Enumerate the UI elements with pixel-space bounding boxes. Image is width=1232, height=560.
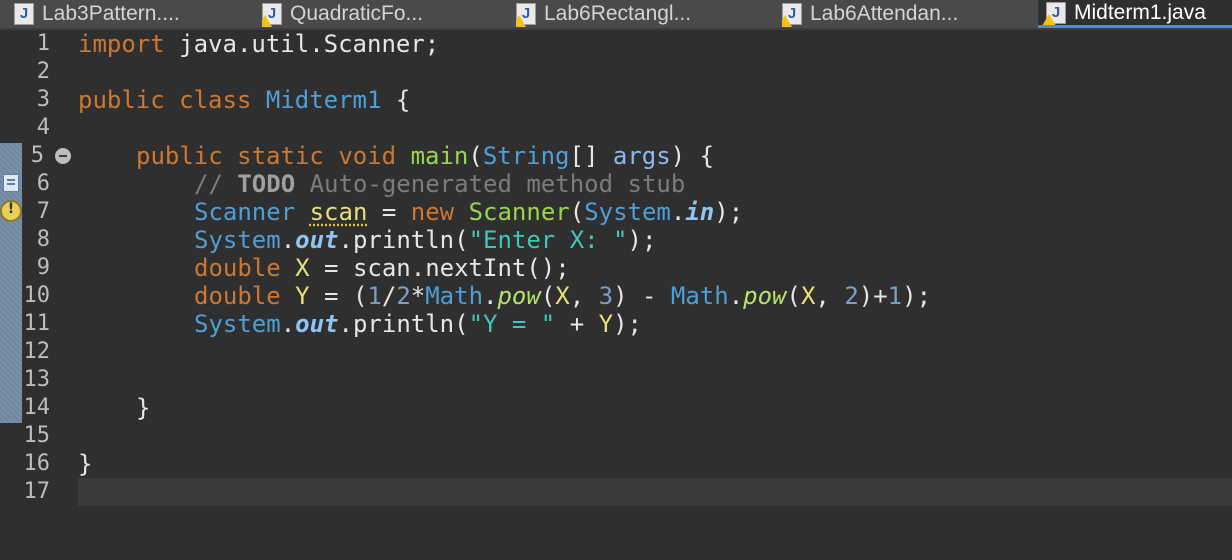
java-file-icon: J bbox=[782, 3, 802, 27]
line-number: 6 bbox=[36, 171, 50, 196]
line-number: 5 bbox=[30, 143, 44, 168]
line-number: 11 bbox=[23, 311, 51, 336]
tab-label: Midterm1.java bbox=[1074, 0, 1206, 24]
java-file-icon: J bbox=[14, 3, 34, 25]
current-line-highlight bbox=[78, 478, 1232, 506]
code-line[interactable]: public class Midterm1 { bbox=[78, 86, 410, 114]
tab-quadraticfo[interactable]: J QuadraticFo... bbox=[262, 0, 492, 28]
tab-label: Lab6Attendan... bbox=[810, 2, 959, 25]
warning-icon bbox=[262, 15, 272, 27]
editor-tab-bar: J Lab3Pattern.... J QuadraticFo... J Lab… bbox=[0, 0, 1232, 30]
line-number: 15 bbox=[23, 423, 51, 448]
code-line[interactable]: double X = scan.nextInt(); bbox=[194, 254, 570, 282]
tab-lab6rectangle[interactable]: J Lab6Rectangl... bbox=[516, 0, 766, 28]
line-number: 1 bbox=[36, 31, 50, 56]
code-line[interactable]: } bbox=[136, 394, 150, 422]
code-line[interactable]: public static void main(String[] args) { bbox=[136, 142, 714, 170]
line-number: 2 bbox=[36, 59, 50, 84]
line-number: 4 bbox=[36, 115, 50, 140]
code-line[interactable]: double Y = (1/2*Math.pow(X, 3) - Math.po… bbox=[194, 282, 931, 310]
code-line[interactable]: import java.util.Scanner; bbox=[78, 30, 439, 58]
line-number: 9 bbox=[36, 255, 50, 280]
line-number: 13 bbox=[23, 367, 51, 392]
line-number: 12 bbox=[23, 339, 51, 364]
tab-lab6attendance[interactable]: J Lab6Attendan... bbox=[782, 0, 1022, 28]
java-file-icon: J bbox=[516, 3, 536, 27]
java-file-icon: J bbox=[262, 3, 282, 27]
warning-icon bbox=[1042, 13, 1056, 25]
tab-label: Lab3Pattern.... bbox=[42, 2, 180, 25]
line-number: 8 bbox=[36, 227, 50, 252]
line-number: 7 bbox=[36, 199, 50, 224]
tab-midterm1[interactable]: J Midterm1.java bbox=[1038, 0, 1232, 28]
code-line[interactable]: System.out.println("Enter X: "); bbox=[194, 226, 656, 254]
java-file-icon: J bbox=[1042, 1, 1066, 25]
code-line[interactable]: } bbox=[78, 450, 92, 478]
warning-icon bbox=[516, 15, 526, 27]
code-editor[interactable]: 1 2 3 4 5 6 7 8 9 10 11 12 13 14 15 16 1… bbox=[0, 30, 1232, 560]
code-line[interactable]: // TODO Auto-generated method stub bbox=[194, 170, 685, 198]
tab-label: QuadraticFo... bbox=[290, 2, 424, 25]
tab-lab3pattern[interactable]: J Lab3Pattern.... bbox=[0, 0, 254, 28]
collapse-icon[interactable] bbox=[55, 148, 71, 164]
code-line[interactable]: Scanner scan = new Scanner(System.in); bbox=[194, 198, 743, 226]
line-number: 14 bbox=[23, 395, 51, 420]
tab-label: Lab6Rectangl... bbox=[544, 2, 692, 25]
warning-icon bbox=[782, 15, 792, 27]
line-number: 17 bbox=[23, 479, 51, 504]
line-number: 3 bbox=[36, 87, 50, 112]
line-number: 16 bbox=[23, 451, 51, 476]
line-number: 10 bbox=[23, 283, 51, 308]
unused-variable-warning: scan bbox=[309, 198, 368, 226]
code-line[interactable]: System.out.println("Y = " + Y); bbox=[194, 310, 642, 338]
